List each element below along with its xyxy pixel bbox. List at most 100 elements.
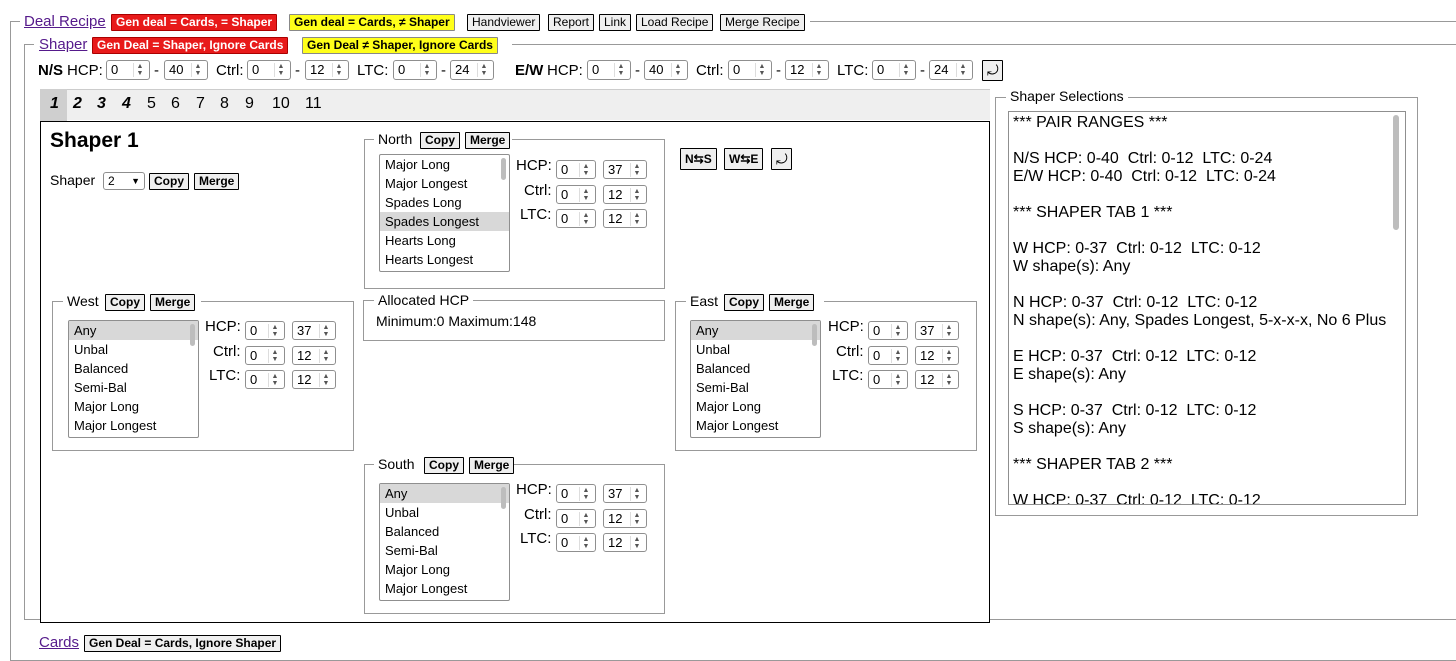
list-item[interactable]: Hearts Longest xyxy=(380,250,509,269)
ns-ctrl-min-input[interactable]: 0 ▲ ▼ xyxy=(247,60,291,80)
list-item[interactable]: Balanced xyxy=(69,359,198,378)
list-item[interactable]: Spades Long xyxy=(380,193,509,212)
tab-3[interactable]: 3 xyxy=(97,95,106,113)
list-item[interactable]: Any xyxy=(380,484,509,503)
south-hcp-min-input[interactable]: 0 ▲ ▼ xyxy=(556,484,596,503)
west-copy-button[interactable]: Copy xyxy=(105,294,145,311)
west-ctrl-max-input[interactable]: 12 ▲ ▼ xyxy=(292,346,336,365)
north-shape-listbox[interactable]: Major Long Major Longest Spades Long Spades… xyxy=(379,154,510,272)
spinner-icon[interactable]: ▲ ▼ xyxy=(942,373,955,387)
north-copy-button[interactable]: Copy xyxy=(420,132,460,149)
south-ctrl-min-input[interactable]: 0 ▲ ▼ xyxy=(556,509,596,528)
tab-8[interactable]: 8 xyxy=(220,95,229,113)
spinner-icon[interactable]: ▲ ▼ xyxy=(133,63,146,77)
list-item[interactable]: Major Longest xyxy=(380,579,509,598)
list-item[interactable]: Minor Long xyxy=(380,269,509,271)
south-ltc-max-input[interactable]: 12 ▲ ▼ xyxy=(603,533,647,552)
spinner-icon[interactable]: ▲ ▼ xyxy=(420,63,433,77)
spinner-icon[interactable]: ▲ ▼ xyxy=(755,63,768,77)
tab-4[interactable]: 4 xyxy=(122,95,131,113)
east-hcp-max-input[interactable]: 37 ▲ ▼ xyxy=(915,321,959,340)
west-hcp-min-input[interactable]: 0 ▲ ▼ xyxy=(245,321,285,340)
shaper-copy-button[interactable]: Copy xyxy=(149,173,189,190)
spinner-icon[interactable]: ▲ ▼ xyxy=(579,212,592,226)
ew-ltc-max-input[interactable]: 24 ▲ ▼ xyxy=(929,60,973,80)
spinner-icon[interactable]: ▲ ▼ xyxy=(268,373,281,387)
west-ltc-min-input[interactable]: 0 ▲ ▼ xyxy=(245,370,285,389)
spinner-icon[interactable]: ▲ ▼ xyxy=(477,63,490,77)
tab-9[interactable]: 9 xyxy=(245,95,254,113)
south-copy-button[interactable]: Copy xyxy=(424,457,464,474)
spinner-icon[interactable]: ▲ ▼ xyxy=(319,373,332,387)
list-item[interactable]: Semi-Bal xyxy=(691,378,820,397)
north-hcp-max-input[interactable]: 37 ▲ ▼ xyxy=(603,160,647,179)
ns-ctrl-max-input[interactable]: 12 ▲ ▼ xyxy=(305,60,349,80)
north-merge-button[interactable]: Merge xyxy=(465,132,511,149)
list-item[interactable]: Major Long xyxy=(691,397,820,416)
merge-recipe-button[interactable]: Merge Recipe xyxy=(720,14,805,31)
north-listbox-scrollbar[interactable] xyxy=(501,158,506,180)
spinner-icon[interactable]: ▲ ▼ xyxy=(942,324,955,338)
west-shape-listbox[interactable]: Any Unbal Balanced Semi-Bal Major Long Major … xyxy=(68,320,199,438)
spinner-icon[interactable]: ▲ ▼ xyxy=(579,188,592,202)
ew-ctrl-min-input[interactable]: 0 ▲ ▼ xyxy=(728,60,772,80)
spinner-icon[interactable]: ▲ ▼ xyxy=(956,63,969,77)
east-merge-button[interactable]: Merge xyxy=(769,294,815,311)
north-ltc-max-input[interactable]: 12 ▲ ▼ xyxy=(603,209,647,228)
tab-2[interactable]: 2 xyxy=(73,95,82,113)
tab-5[interactable]: 5 xyxy=(147,95,156,113)
spinner-icon[interactable]: ▲ ▼ xyxy=(630,536,643,550)
spinner-icon[interactable]: ▲ ▼ xyxy=(630,512,643,526)
spinner-icon[interactable]: ▲ ▼ xyxy=(332,63,345,77)
north-hcp-min-input[interactable]: 0 ▲ ▼ xyxy=(556,160,596,179)
link-button[interactable]: Link xyxy=(599,14,632,31)
list-item[interactable]: Major Longest xyxy=(691,416,820,435)
spinner-icon[interactable]: ▲ ▼ xyxy=(579,163,592,177)
east-copy-button[interactable]: Copy xyxy=(724,294,764,311)
selections-scrollbar[interactable] xyxy=(1393,115,1399,230)
cards-link[interactable]: Cards xyxy=(39,634,79,651)
spinner-icon[interactable]: ▲ ▼ xyxy=(630,487,643,501)
list-item[interactable]: Hearts Long xyxy=(380,231,509,250)
spinner-icon[interactable]: ▲ ▼ xyxy=(191,63,204,77)
list-item[interactable]: Any xyxy=(69,321,198,340)
report-button[interactable]: Report xyxy=(548,14,595,31)
shaper-link[interactable]: Shaper xyxy=(39,36,87,53)
north-ltc-min-input[interactable]: 0 ▲ ▼ xyxy=(556,209,596,228)
spinner-icon[interactable]: ▲ ▼ xyxy=(671,63,684,77)
gen-shaper-ignore-cards-button[interactable]: Gen Deal = Shaper, Ignore Cards xyxy=(92,37,289,54)
ns-hcp-max-input[interactable]: 40 ▲ ▼ xyxy=(164,60,208,80)
spinner-icon[interactable]: ▲ ▼ xyxy=(812,63,825,77)
list-item[interactable]: Semi-Bal xyxy=(69,378,198,397)
list-item[interactable]: Unbal xyxy=(69,340,198,359)
list-item[interactable]: Balanced xyxy=(691,359,820,378)
gen-deal-cards-ignore-shaper-button[interactable]: Gen Deal = Cards, Ignore Shaper xyxy=(84,635,282,652)
spinner-icon[interactable]: ▲ ▼ xyxy=(614,63,627,77)
spinner-icon[interactable]: ▲ ▼ xyxy=(899,63,912,77)
reset-shaper-button[interactable]: ⤾ xyxy=(771,148,792,170)
spinner-icon[interactable]: ▲ ▼ xyxy=(319,324,332,338)
gen-deal-cards-shaper-button[interactable]: Gen deal = Cards, = Shaper xyxy=(111,14,278,31)
spinner-icon[interactable]: ▲ ▼ xyxy=(630,188,643,202)
list-item[interactable]: Major Long xyxy=(380,560,509,579)
ew-hcp-max-input[interactable]: 40 ▲ ▼ xyxy=(644,60,688,80)
shaper-merge-button[interactable]: Merge xyxy=(194,173,240,190)
east-ltc-max-input[interactable]: 12 ▲ ▼ xyxy=(915,370,959,389)
ew-hcp-min-input[interactable]: 0 ▲ ▼ xyxy=(587,60,631,80)
spinner-icon[interactable]: ▲ ▼ xyxy=(319,349,332,363)
south-shape-listbox[interactable]: Any Unbal Balanced Semi-Bal Major Long Major … xyxy=(379,483,510,601)
shaper-selections-textarea[interactable]: *** PAIR RANGES *** N/S HCP: 0-40 Ctrl: … xyxy=(1008,111,1406,505)
south-hcp-max-input[interactable]: 37 ▲ ▼ xyxy=(603,484,647,503)
ns-ltc-min-input[interactable]: 0 ▲ ▼ xyxy=(393,60,437,80)
east-shape-listbox[interactable]: Any Unbal Balanced Semi-Bal Major Long Major … xyxy=(690,320,821,438)
spinner-icon[interactable]: ▲ ▼ xyxy=(274,63,287,77)
reset-pair-ranges-button[interactable]: ⤾ xyxy=(982,60,1003,81)
west-ctrl-min-input[interactable]: 0 ▲ ▼ xyxy=(245,346,285,365)
list-item[interactable]: Unbal xyxy=(691,340,820,359)
spinner-icon[interactable]: ▲ ▼ xyxy=(630,212,643,226)
gen-not-shaper-ignore-cards-button[interactable]: Gen Deal ≠ Shaper, Ignore Cards xyxy=(302,37,498,54)
north-ctrl-min-input[interactable]: 0 ▲ ▼ xyxy=(556,185,596,204)
list-item[interactable]: Semi-Bal xyxy=(380,541,509,560)
list-item[interactable]: Major Longest xyxy=(69,416,198,435)
north-ctrl-max-input[interactable]: 12 ▲ ▼ xyxy=(603,185,647,204)
